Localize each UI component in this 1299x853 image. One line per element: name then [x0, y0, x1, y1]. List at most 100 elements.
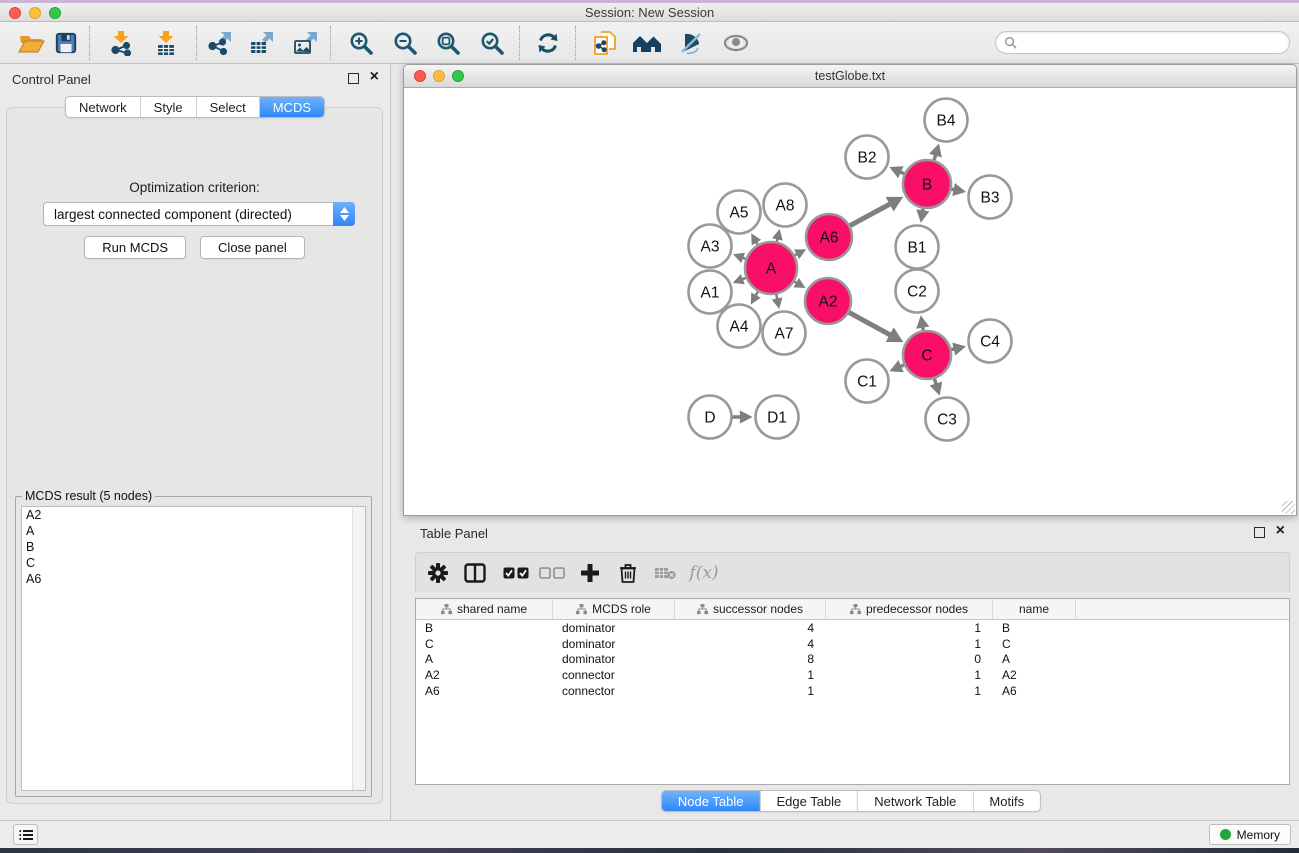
tab-motifs[interactable]: Motifs [973, 791, 1040, 811]
network-window-titlebar[interactable]: testGlobe.txt [404, 65, 1296, 88]
tab-mcds[interactable]: MCDS [260, 96, 324, 118]
home-view-icon[interactable] [630, 25, 664, 61]
table-panel-title: Table Panel [420, 526, 488, 541]
graph-node-label: C [921, 348, 932, 365]
table-row[interactable]: Adominator80A [416, 651, 1289, 667]
zoom-out-icon[interactable] [388, 25, 422, 61]
mcds-result-item[interactable]: A [22, 523, 365, 539]
open-file-icon[interactable] [14, 25, 48, 61]
close-panel-button[interactable]: Close panel [200, 236, 305, 259]
graph-edge-arrow [772, 297, 783, 309]
table-cell: A6 [993, 684, 1076, 698]
resize-grip[interactable] [1282, 501, 1295, 514]
table-cell: connector [553, 684, 675, 698]
graph-node-label: D [704, 410, 715, 427]
mcds-result-item[interactable]: B [22, 539, 365, 555]
graph-node-label: A7 [775, 326, 794, 343]
graph-edge-arrow [952, 183, 966, 196]
column-header-MCDS-role[interactable]: MCDS role [553, 599, 675, 619]
table-body: Bdominator41BCdominator41CAdominator80AA… [416, 620, 1289, 698]
hide-graphics-details-icon[interactable] [674, 25, 708, 61]
search-input[interactable] [1017, 36, 1289, 50]
deselect-all-checks-icon[interactable] [536, 557, 568, 589]
table-row[interactable]: A6connector11A6 [416, 683, 1289, 699]
show-graphics-details-icon[interactable] [719, 25, 753, 61]
graph-node-label: A3 [701, 239, 720, 256]
graph-edge-A2-C[interactable] [849, 312, 890, 335]
graph-edge-A6-B[interactable] [850, 204, 890, 226]
toolbar-search[interactable] [995, 31, 1290, 54]
mcds-result-item[interactable]: A2 [22, 507, 365, 523]
mcds-result-list[interactable]: A2ABCA6 [21, 506, 366, 791]
export-network-icon[interactable] [203, 25, 237, 61]
table-cell: dominator [553, 652, 675, 666]
zoom-fit-icon[interactable] [431, 25, 465, 61]
function-builder-icon[interactable]: f(x) [688, 557, 720, 589]
control-panel-title: Control Panel [12, 72, 91, 87]
tab-node-table[interactable]: Node Table [662, 790, 761, 812]
column-header-successor-nodes[interactable]: successor nodes [675, 599, 826, 619]
clone-network-icon[interactable] [588, 25, 622, 61]
refresh-layout-icon[interactable] [531, 25, 565, 61]
zoom-in-icon[interactable] [344, 25, 378, 61]
table-cell: A [993, 652, 1076, 666]
export-table-icon[interactable] [245, 25, 279, 61]
graph-node-label: B [922, 177, 932, 194]
graph-node-label: A6 [820, 230, 839, 247]
criterion-select[interactable]: largest connected component (directed) [43, 202, 355, 226]
result-scrollbar[interactable] [352, 507, 365, 790]
memory-status-icon [1220, 829, 1231, 840]
tab-select[interactable]: Select [197, 97, 260, 117]
list-icon [19, 829, 33, 841]
close-table-panel-icon[interactable]: × [1276, 521, 1285, 541]
table-row[interactable]: A2connector11A2 [416, 667, 1289, 683]
column-type-icon [441, 604, 452, 615]
graph-edge-arrow [916, 315, 929, 329]
float-panel-icon[interactable] [348, 73, 359, 84]
select-all-checks-icon[interactable] [500, 557, 532, 589]
tab-edge-table[interactable]: Edge Table [760, 791, 858, 811]
run-mcds-button[interactable]: Run MCDS [84, 236, 186, 259]
mcds-result-group: MCDS result (5 nodes) A2ABCA6 [15, 496, 372, 797]
table-cell: dominator [553, 621, 675, 635]
column-header-label: successor nodes [713, 602, 803, 616]
delete-column-icon[interactable] [612, 557, 644, 589]
float-table-panel-icon[interactable] [1254, 527, 1265, 538]
table-cell: 1 [826, 637, 993, 651]
network-canvas[interactable]: B4B2BB3A8A5A6A3B1AC2A1A2A4A7C4CC1C3DD1 [404, 88, 1296, 515]
close-panel-icon[interactable]: × [370, 67, 379, 87]
table-row[interactable]: Cdominator41C [416, 636, 1289, 652]
memory-button[interactable]: Memory [1209, 824, 1291, 845]
tab-network[interactable]: Network [66, 97, 141, 117]
network-view-window[interactable]: testGlobe.txt B4B2BB3A8A5A6A3B1AC2A1A2A4… [403, 64, 1297, 516]
import-network-icon[interactable] [104, 25, 138, 61]
window-titlebar[interactable]: Session: New Session [0, 3, 1299, 22]
save-session-icon[interactable] [49, 25, 83, 61]
column-header-shared-name[interactable]: shared name [416, 599, 553, 619]
graph-node-label: A4 [730, 319, 749, 336]
settings-gear-icon[interactable] [422, 557, 454, 589]
tab-network-table[interactable]: Network Table [858, 791, 973, 811]
criterion-value: largest connected component (directed) [54, 207, 292, 222]
graph-edge-arrow [740, 410, 753, 423]
graph-node-label: C1 [857, 374, 877, 391]
column-header-name[interactable]: name [993, 599, 1076, 619]
column-header-empty[interactable] [1076, 599, 1289, 619]
table-cell: C [416, 637, 553, 651]
column-header-predecessor-nodes[interactable]: predecessor nodes [826, 599, 993, 619]
mcds-result-item[interactable]: A6 [22, 571, 365, 587]
export-image-icon[interactable] [289, 25, 323, 61]
status-bar: Memory [0, 820, 1299, 848]
tab-style[interactable]: Style [141, 97, 197, 117]
add-column-icon[interactable] [574, 557, 606, 589]
delete-table-icon[interactable] [649, 557, 681, 589]
import-table-icon[interactable] [149, 25, 183, 61]
network-window-title: testGlobe.txt [404, 69, 1296, 83]
show-column-icon[interactable] [459, 557, 491, 589]
graph-node-label: B4 [937, 113, 956, 130]
node-table[interactable]: shared nameMCDS role successor nodes prede… [415, 598, 1290, 785]
task-history-button[interactable] [13, 824, 38, 845]
zoom-selected-icon[interactable] [475, 25, 509, 61]
mcds-result-item[interactable]: C [22, 555, 365, 571]
table-row[interactable]: Bdominator41B [416, 620, 1289, 636]
